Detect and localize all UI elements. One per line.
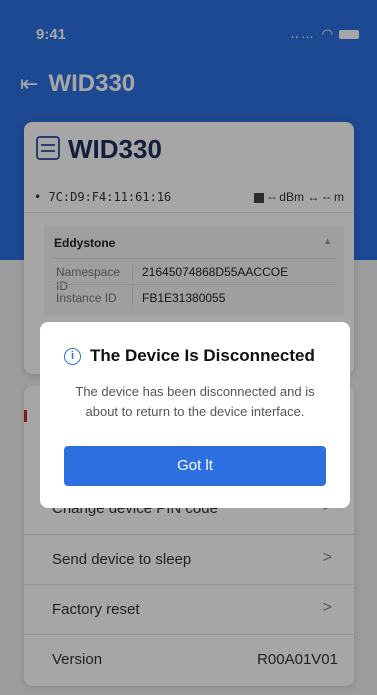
disconnect-dialog: i The Device Is Disconnected The device … <box>40 322 350 508</box>
dialog-message: The device has been disconnected and is … <box>75 384 315 419</box>
dialog-title: The Device Is Disconnected <box>90 346 315 365</box>
info-icon: i <box>64 348 81 365</box>
got-it-button[interactable]: Got lt <box>64 446 326 486</box>
